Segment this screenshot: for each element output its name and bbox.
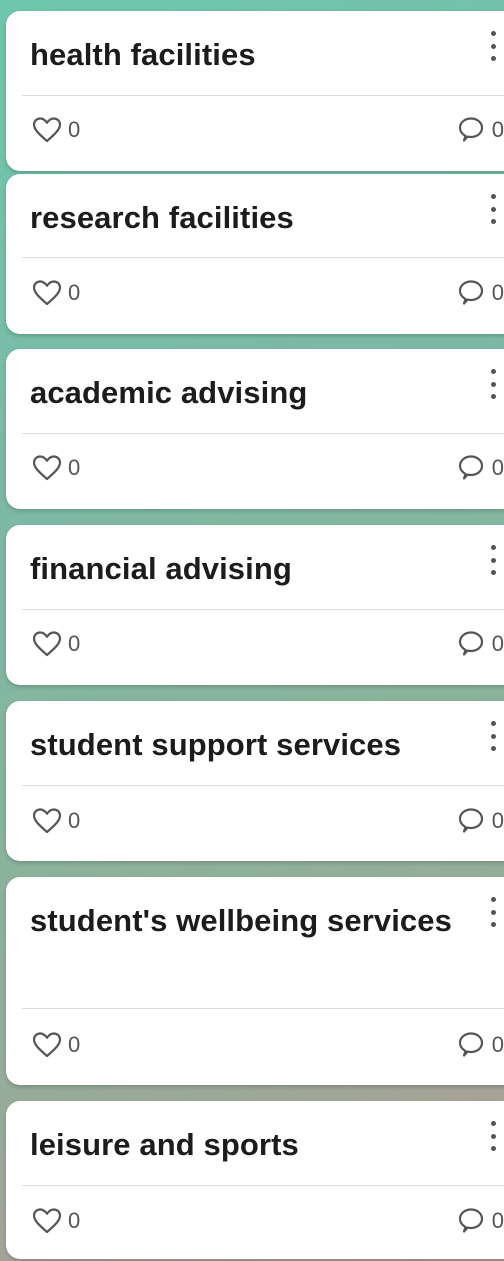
heart-outline-icon <box>32 280 62 306</box>
like-count: 0 <box>68 808 81 833</box>
heart-outline-icon <box>32 1032 62 1058</box>
more-options-button[interactable] <box>486 897 500 927</box>
post-card[interactable]: academic advising 0 0 <box>6 349 504 509</box>
like-count: 0 <box>68 117 81 142</box>
like-button[interactable]: 0 <box>32 807 80 835</box>
more-vertical-icon <box>490 31 496 36</box>
comment-count: 0 <box>491 808 504 833</box>
comment-button[interactable]: 0 <box>456 1030 504 1060</box>
more-options-button[interactable] <box>486 721 500 751</box>
card-footer: 0 0 <box>32 1205 504 1237</box>
speech-bubble-icon <box>458 808 483 833</box>
like-button[interactable]: 0 <box>32 454 80 482</box>
more-options-button[interactable] <box>486 1121 500 1151</box>
card-footer: 0 0 <box>32 277 504 309</box>
heart-outline-icon <box>32 455 62 481</box>
comment-count: 0 <box>491 280 504 305</box>
more-vertical-icon <box>490 194 496 199</box>
post-title: academic advising <box>30 375 308 410</box>
post-card[interactable]: leisure and sports 0 0 <box>6 1101 504 1259</box>
comment-button[interactable]: 0 <box>456 278 504 308</box>
comment-button[interactable]: 0 <box>456 629 504 659</box>
like-count: 0 <box>68 280 81 305</box>
card-divider <box>22 95 504 96</box>
post-title: student's wellbeing services <box>30 903 452 938</box>
speech-bubble-icon <box>458 117 483 142</box>
post-title: leisure and sports <box>30 1127 299 1162</box>
like-count: 0 <box>68 631 81 656</box>
card-divider <box>22 785 504 786</box>
heart-outline-icon <box>32 1208 62 1234</box>
like-button[interactable]: 0 <box>32 1031 80 1059</box>
heart-outline-icon <box>32 808 62 834</box>
comment-button[interactable]: 0 <box>456 806 504 836</box>
more-vertical-icon <box>490 545 496 550</box>
speech-bubble-icon <box>458 631 483 656</box>
comment-count: 0 <box>491 117 504 142</box>
card-footer: 0 0 <box>32 1029 504 1061</box>
more-vertical-icon <box>490 897 496 902</box>
heart-outline-icon <box>32 631 62 657</box>
speech-bubble-icon <box>458 280 483 305</box>
card-divider <box>22 257 504 258</box>
like-count: 0 <box>68 1208 81 1233</box>
like-button[interactable]: 0 <box>32 279 80 307</box>
comment-count: 0 <box>491 1032 504 1057</box>
more-vertical-icon <box>490 369 496 374</box>
card-footer: 0 0 <box>32 628 504 660</box>
like-count: 0 <box>68 1032 81 1057</box>
post-card[interactable]: financial advising 0 0 <box>6 525 504 685</box>
card-divider <box>22 609 504 610</box>
post-title: financial advising <box>30 551 292 586</box>
like-button[interactable]: 0 <box>32 630 80 658</box>
more-options-button[interactable] <box>486 194 500 224</box>
card-footer: 0 0 <box>32 452 504 484</box>
card-divider <box>22 433 504 434</box>
more-options-button[interactable] <box>486 369 500 399</box>
speech-bubble-icon <box>458 1032 483 1057</box>
comment-button[interactable]: 0 <box>456 1206 504 1236</box>
comment-count: 0 <box>491 1208 504 1233</box>
card-footer: 0 0 <box>32 114 504 146</box>
more-vertical-icon <box>490 1121 496 1126</box>
post-card[interactable]: student support services 0 0 <box>6 701 504 861</box>
post-card[interactable]: student's wellbeing services 0 0 <box>6 877 504 1085</box>
post-title: research facilities <box>30 200 294 235</box>
post-title: student support services <box>30 727 402 762</box>
card-divider <box>22 1185 504 1186</box>
speech-bubble-icon <box>458 455 483 480</box>
comment-button[interactable]: 0 <box>456 115 504 145</box>
card-footer: 0 0 <box>32 805 504 837</box>
comment-count: 0 <box>491 631 504 656</box>
like-button[interactable]: 0 <box>32 116 80 144</box>
heart-outline-icon <box>32 117 62 143</box>
like-button[interactable]: 0 <box>32 1207 80 1235</box>
post-title: health facilities <box>30 37 256 72</box>
more-options-button[interactable] <box>486 31 500 61</box>
more-options-button[interactable] <box>486 545 500 575</box>
post-card[interactable]: health facilities 0 0 <box>6 11 504 171</box>
like-count: 0 <box>68 455 81 480</box>
comment-count: 0 <box>491 455 504 480</box>
more-vertical-icon <box>490 721 496 726</box>
card-divider <box>22 1008 504 1009</box>
comment-button[interactable]: 0 <box>456 453 504 483</box>
post-card[interactable]: research facilities 0 0 <box>6 174 504 334</box>
speech-bubble-icon <box>458 1208 483 1233</box>
